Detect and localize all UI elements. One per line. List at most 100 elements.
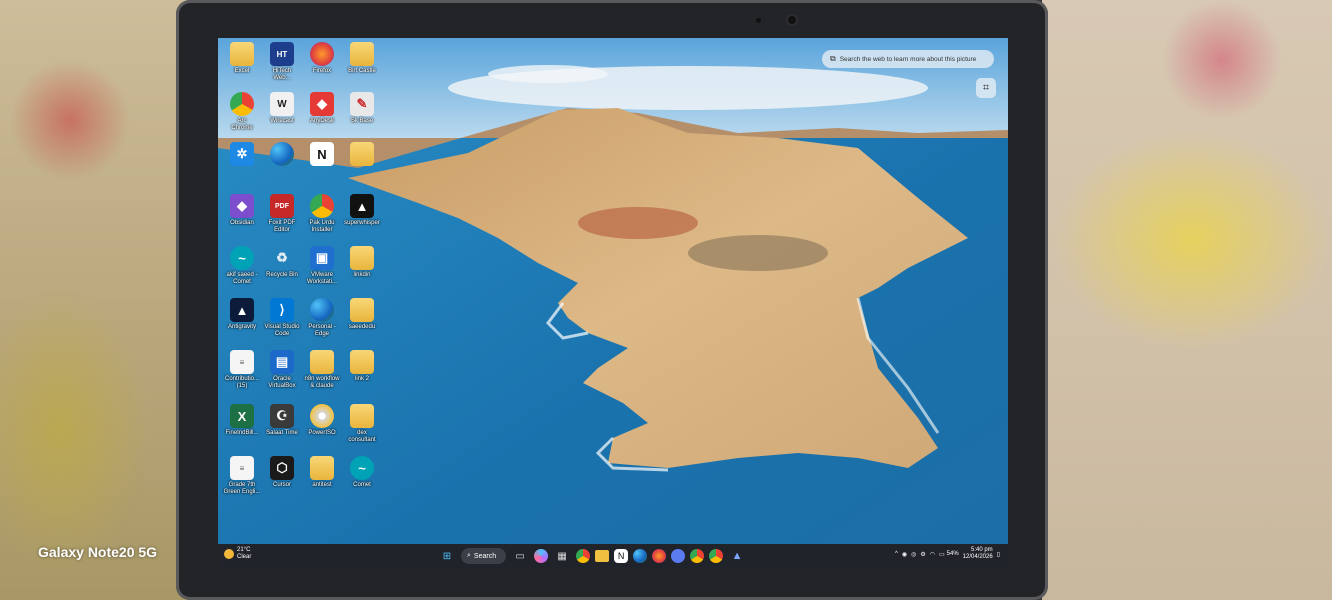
desktop-icon[interactable]: W Wirecast — [262, 92, 302, 125]
settings-tray-icon[interactable]: ⚙ — [920, 551, 925, 558]
notification-icon[interactable]: ▯ — [997, 551, 1000, 558]
chevron-up-icon[interactable]: ^ — [895, 551, 898, 557]
fabric-right-pattern — [1042, 0, 1332, 600]
notion-icon: N — [310, 142, 334, 166]
desktop-icon[interactable]: ◆ AnyDesk — [302, 92, 342, 125]
folder-icon — [350, 404, 374, 428]
taskbar-apps: ⊞ ⌕ Search ▭ ▦ N ▲ — [438, 547, 746, 565]
desktop-icon[interactable]: ≡ Grade 7th Green Engli... — [222, 456, 262, 496]
anydesk-icon: ◆ — [310, 92, 334, 116]
chrome-icon[interactable] — [709, 549, 724, 563]
desktop-icon[interactable]: N — [302, 142, 342, 168]
desktop-icon[interactable]: ≡ Contributio... (15) — [222, 350, 262, 390]
visual-search-button[interactable]: ⌗ — [976, 78, 996, 98]
search-icon: ⌕ — [467, 552, 471, 559]
app-icon: ✎ — [350, 92, 374, 116]
desktop-icon[interactable]: dex consultant — [342, 404, 382, 444]
desktop-icon[interactable]: n8n workflow & claude — [302, 350, 342, 390]
file-explorer-icon[interactable] — [595, 550, 610, 562]
antigravity-icon: ▲ — [230, 298, 254, 322]
folder-icon — [350, 350, 374, 374]
desktop-icon[interactable]: ~ akif saeed - Comet — [222, 246, 262, 286]
desktop-icon[interactable]: ✎ Sk Base — [342, 92, 382, 125]
scan-icon: ⌗ — [982, 81, 990, 94]
desktop-icon[interactable]: ▤ Oracle VirtualBox — [262, 350, 302, 390]
folder-icon — [310, 456, 334, 480]
folder-icon — [350, 42, 374, 66]
desktop-icon[interactable]: ▲ Antigravity — [222, 298, 262, 331]
moon-icon — [224, 549, 234, 559]
antigravity-icon[interactable]: ▲ — [728, 547, 746, 565]
weather-temp: 21°C — [237, 547, 251, 553]
desktop-icon[interactable]: Personal - Edge — [302, 298, 342, 338]
desktop-icon[interactable]: linkdin — [342, 246, 382, 279]
desktop-icon[interactable] — [342, 142, 382, 168]
image-search-icon: ⧉ — [830, 54, 836, 63]
comet-icon: ~ — [350, 456, 374, 480]
desktop-icon[interactable]: PowerISO — [302, 404, 342, 437]
desktop-icon[interactable]: PDF Foxit PDF Editor — [262, 194, 302, 234]
firefox-icon — [310, 42, 334, 66]
desktop-icon[interactable]: ◆ Obsidian — [222, 194, 262, 227]
cursor-icon: ⬡ — [270, 456, 294, 480]
folder-icon — [350, 142, 374, 166]
chrome-icon — [230, 92, 254, 116]
taskbar: 21°C Clear ⊞ ⌕ Search ▭ ▦ N ▲ ^ ◉ ◎ ⚙ ◠ … — [218, 544, 1008, 568]
poweriso-icon — [310, 404, 334, 428]
desktop-icon[interactable]: antitest — [302, 456, 342, 489]
app-icon: HT — [270, 42, 294, 66]
weather-desc: Clear — [237, 554, 252, 560]
battery-icon[interactable]: ▭ 54% — [939, 551, 959, 558]
folder-icon — [230, 42, 254, 66]
desktop-icon[interactable]: saeededu — [342, 298, 382, 331]
fabric-left-pattern — [0, 0, 190, 600]
network-tray-icon[interactable]: ◎ — [911, 551, 916, 558]
comet-icon: ~ — [230, 246, 254, 270]
battery-percent: 54% — [946, 551, 959, 557]
search-box[interactable]: ⌕ Search — [461, 548, 507, 564]
desktop-icon[interactable]: ▲ superwhisper — [342, 194, 382, 227]
desktop-icon[interactable]: ~ Comet — [342, 456, 382, 489]
edge-icon — [270, 142, 294, 166]
desktop-icon[interactable]: Birt Castle — [342, 42, 382, 75]
vmware-icon: ▣ — [310, 246, 334, 270]
chrome-icon — [310, 194, 334, 218]
desktop-icon[interactable]: ♻ Recycle Bin — [262, 246, 302, 279]
desktop-icon[interactable]: HT HiTech Web... — [262, 42, 302, 82]
desktop-icon[interactable]: X FineIndBill... — [222, 404, 262, 437]
edge-icon[interactable] — [633, 549, 648, 563]
copilot-icon[interactable] — [534, 549, 549, 563]
chrome-icon[interactable] — [576, 549, 591, 563]
desktop-icon[interactable]: Excel — [222, 42, 262, 75]
excel-icon: X — [230, 404, 254, 428]
folder-icon — [310, 350, 334, 374]
chrome-icon[interactable] — [690, 549, 705, 563]
chrome-tray-icon[interactable]: ◉ — [902, 551, 907, 558]
visual-search-tooltip[interactable]: ⧉ Search the web to learn more about thi… — [822, 50, 994, 68]
desktop-icon[interactable]: ☪ Salaat Time — [262, 404, 302, 437]
desktop-icon[interactable]: Arc Chrome — [222, 92, 262, 132]
wifi-icon[interactable]: ◠ — [930, 551, 935, 558]
firefox-icon[interactable] — [652, 549, 667, 563]
desktop-icon[interactable]: ⟩ Visual Studio Code — [262, 298, 302, 338]
clock-time: 5:40 pm — [971, 547, 993, 553]
desktop-icon[interactable]: ▣ VMware Workstati... — [302, 246, 342, 286]
vscode-icon: ⟩ — [270, 298, 294, 322]
comet-icon[interactable] — [671, 549, 686, 563]
desktop-icon[interactable]: ✲ — [222, 142, 262, 168]
app-icon: W — [270, 92, 294, 116]
store-icon[interactable]: ▦ — [553, 547, 571, 565]
desktop-icon[interactable]: Firefox — [302, 42, 342, 75]
folder-icon — [350, 246, 374, 270]
clock[interactable]: 5:40 pm 12/04/2026 — [963, 547, 993, 561]
desktop-icon[interactable]: ⬡ Cursor — [262, 456, 302, 489]
desktop-icon[interactable] — [262, 142, 302, 168]
weather-widget[interactable]: 21°C Clear — [224, 547, 251, 561]
front-camera — [788, 16, 796, 24]
notion-icon[interactable]: N — [614, 549, 629, 563]
task-view-button[interactable]: ▭ — [511, 547, 529, 565]
desktop-icon[interactable]: Pak Urdu Installer — [302, 194, 342, 234]
start-button[interactable]: ⊞ — [438, 547, 456, 565]
desktop-icon[interactable]: link 2 — [342, 350, 382, 383]
document-icon: ≡ — [230, 350, 254, 374]
